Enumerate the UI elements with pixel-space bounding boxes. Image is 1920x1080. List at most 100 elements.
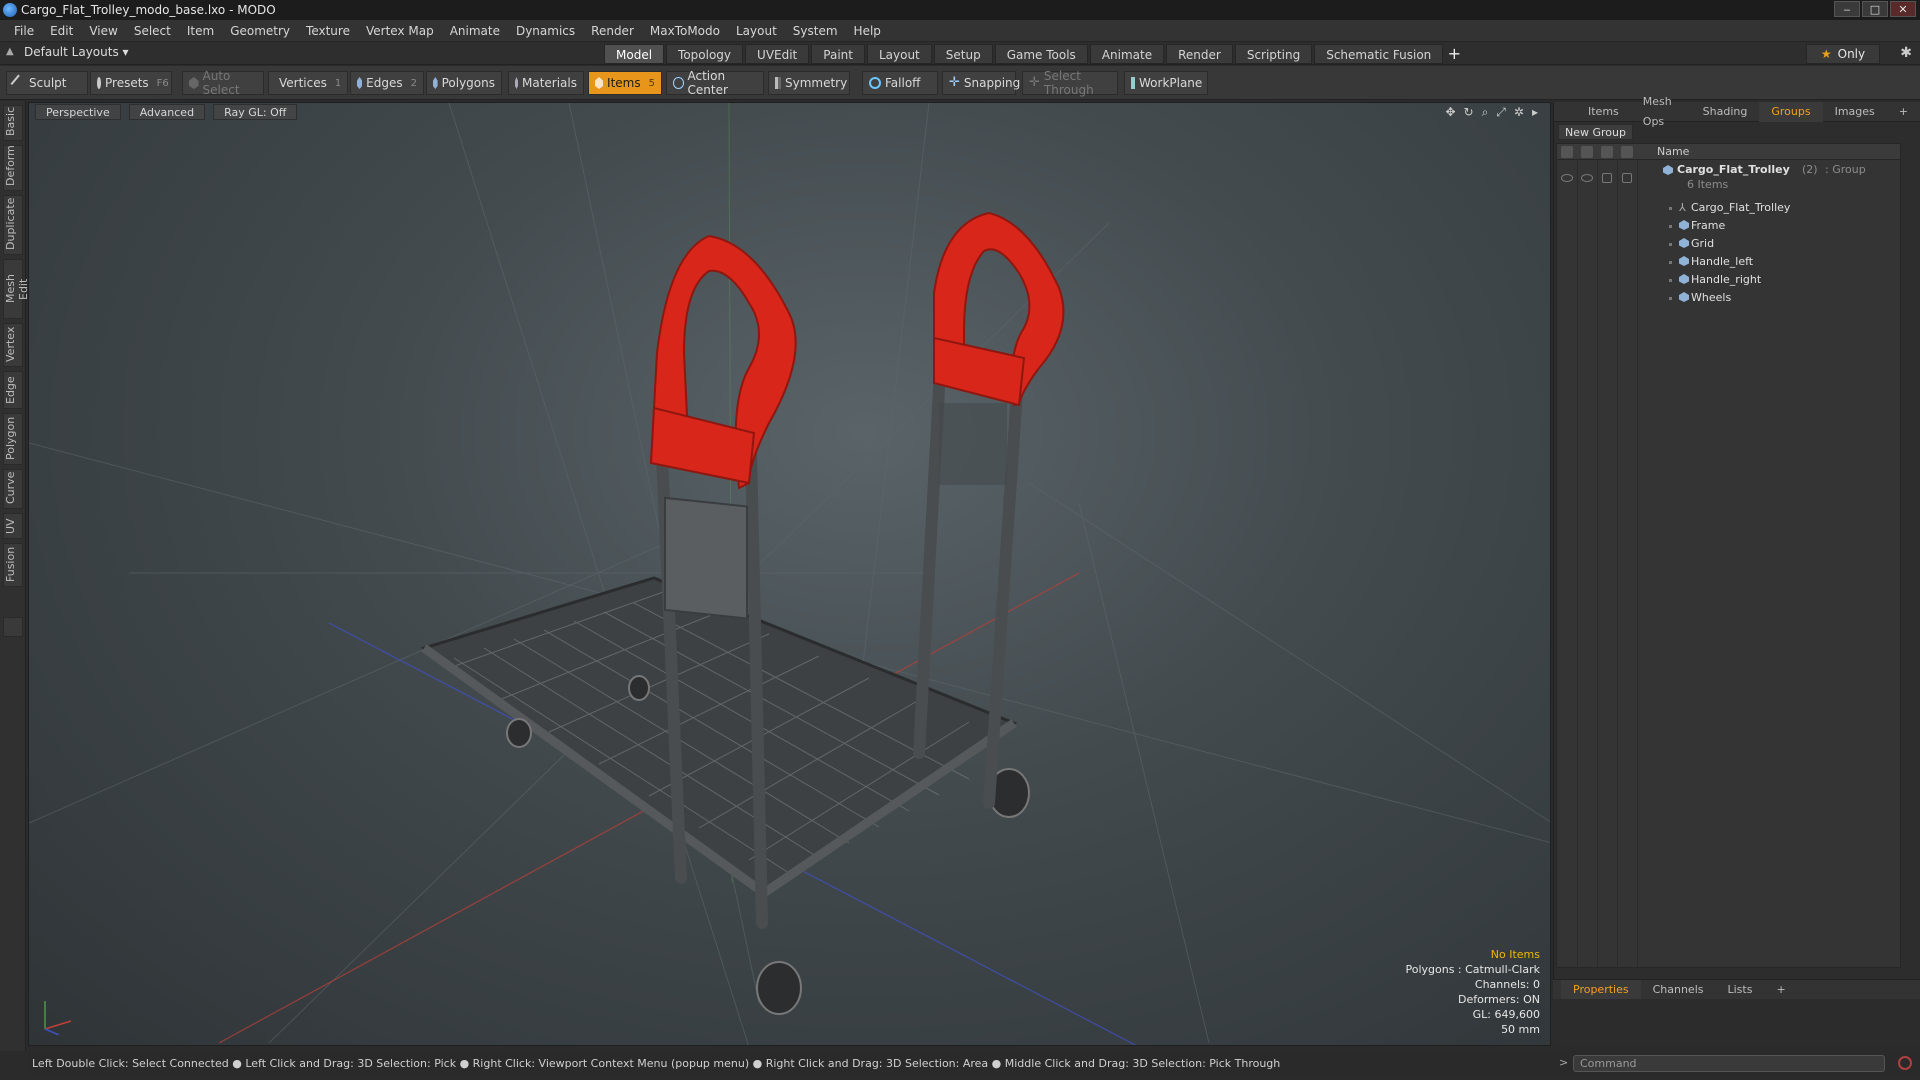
menu-layout[interactable]: Layout [728, 20, 785, 42]
view-perspective-button[interactable]: Perspective [35, 104, 121, 120]
menu-item[interactable]: Item [179, 20, 222, 42]
tab-scripting[interactable]: Scripting [1234, 44, 1313, 64]
tab-images[interactable]: Images [1823, 102, 1887, 122]
default-layouts-dropdown[interactable]: ▲ Default Layouts ▾ [6, 45, 129, 59]
menu-select[interactable]: Select [126, 20, 179, 42]
fit-icon[interactable]: ⤢ [1496, 105, 1506, 120]
tab-mesh-ops[interactable]: Mesh Ops [1631, 92, 1691, 132]
side-tab-deform[interactable]: Deform [3, 145, 23, 191]
sculpt-button[interactable]: Sculpt [6, 71, 88, 95]
falloff-button[interactable]: Falloff [862, 71, 938, 95]
menu-edit[interactable]: Edit [42, 20, 81, 42]
tab-lists[interactable]: Lists [1716, 980, 1765, 1000]
symmetry-button[interactable]: Symmetry [768, 71, 850, 95]
tab-channels[interactable]: Channels [1641, 980, 1716, 1000]
vertices-button[interactable]: Vertices 1 [268, 71, 348, 95]
side-tab-fusion[interactable]: Fusion [3, 543, 23, 587]
viewport-settings-icon[interactable]: ✲ [1514, 105, 1524, 120]
presets-button[interactable]: Presets F6 [90, 71, 172, 95]
menu-vertex-map[interactable]: Vertex Map [358, 20, 442, 42]
edges-button[interactable]: Edges 2 [350, 71, 424, 95]
side-tab-polygon[interactable]: Polygon [3, 413, 23, 465]
side-tab-duplicate[interactable]: Duplicate [3, 195, 23, 255]
list-item[interactable]: Frame [1557, 217, 1900, 235]
side-tab-curve[interactable]: Curve [3, 469, 23, 509]
tab-items[interactable]: Items [1576, 102, 1631, 122]
name-column-header[interactable]: Name [1657, 145, 1689, 158]
new-group-button[interactable]: New Group [1558, 124, 1633, 140]
menu-help[interactable]: Help [846, 20, 889, 42]
list-item[interactable]: Handle_left [1557, 253, 1900, 271]
menu-geometry[interactable]: Geometry [222, 20, 298, 42]
add-layout-tab-button[interactable]: + [1445, 44, 1463, 64]
tab-setup[interactable]: Setup [933, 44, 993, 64]
tab-render[interactable]: Render [1166, 44, 1233, 64]
tab-shading[interactable]: Shading [1691, 102, 1760, 122]
menu-render[interactable]: Render [583, 20, 642, 42]
eye-icon[interactable] [1561, 174, 1573, 182]
viewport-menu-arrow-icon[interactable]: ▸ [1532, 105, 1538, 120]
lock-column-icon[interactable] [1601, 146, 1613, 158]
menu-system[interactable]: System [785, 20, 846, 42]
list-item[interactable]: ⅄ Cargo_Flat_Trolley [1557, 199, 1900, 217]
tab-paint[interactable]: Paint [811, 44, 865, 64]
maximize-button[interactable]: □ [1862, 1, 1888, 17]
add-panel-tab-button[interactable]: + [1887, 102, 1920, 122]
side-tab-vertex[interactable]: Vertex [3, 323, 23, 367]
select-column-icon[interactable] [1621, 146, 1633, 158]
select-toggle[interactable] [1622, 173, 1632, 183]
command-history-arrow-icon[interactable]: > [1559, 1056, 1568, 1069]
tab-uvedit[interactable]: UVEdit [745, 44, 810, 64]
menu-view[interactable]: View [81, 20, 125, 42]
minimize-button[interactable]: ‒ [1834, 1, 1860, 17]
list-item[interactable]: Grid [1557, 235, 1900, 253]
shading-advanced-button[interactable]: Advanced [128, 104, 206, 120]
menu-maxtomodo[interactable]: MaxToModo [642, 20, 728, 42]
visibility-column-icon[interactable] [1561, 146, 1573, 158]
side-panel-toggle[interactable] [3, 617, 23, 637]
close-button[interactable]: ✕ [1890, 1, 1916, 17]
tab-model[interactable]: Model [604, 44, 665, 64]
tab-game-tools[interactable]: Game Tools [994, 44, 1088, 64]
tab-animate[interactable]: Animate [1089, 44, 1165, 64]
add-properties-tab-button[interactable]: + [1764, 980, 1797, 1000]
tab-groups[interactable]: Groups [1759, 101, 1823, 122]
side-tab-basic[interactable]: Basic [3, 105, 23, 141]
command-stop-icon[interactable] [1898, 1056, 1912, 1070]
pan-icon[interactable]: ✥ [1445, 105, 1455, 120]
list-item[interactable]: Wheels [1557, 289, 1900, 307]
3d-viewport[interactable]: Perspective Advanced Ray GL: Off ✥ ↻ ⌕ ⤢… [28, 102, 1551, 1046]
snapping-button[interactable]: ✛ Snapping [942, 71, 1020, 95]
rotate-icon[interactable]: ↻ [1464, 105, 1474, 120]
materials-button[interactable]: Materials [508, 71, 584, 95]
menu-animate[interactable]: Animate [442, 20, 508, 42]
tab-topology[interactable]: Topology [666, 44, 744, 64]
tab-layout[interactable]: Layout [866, 44, 932, 64]
list-item[interactable]: Handle_right [1557, 271, 1900, 289]
menu-dynamics[interactable]: Dynamics [508, 20, 583, 42]
side-tab-uv[interactable]: UV [3, 513, 23, 539]
command-input[interactable]: Command [1573, 1055, 1885, 1072]
render-column-icon[interactable] [1581, 146, 1593, 158]
polygons-button[interactable]: Polygons [426, 71, 502, 95]
action-center-button[interactable]: Action Center [666, 69, 764, 97]
gear-icon[interactable]: ✱ [1900, 45, 1912, 61]
items-button[interactable]: Items 5 [588, 71, 662, 95]
group-item-count: 6 Items [1687, 178, 1729, 191]
raygl-toggle[interactable]: Ray GL: Off [213, 104, 298, 120]
render-toggle-icon[interactable] [1581, 174, 1593, 182]
tab-schematic-fusion[interactable]: Schematic Fusion [1314, 44, 1444, 64]
group-row[interactable]: Cargo_Flat_Trolley (2) : Group 6 Items [1557, 162, 1900, 194]
select-through-button[interactable]: ✛ Select Through [1022, 69, 1118, 97]
menu-file[interactable]: File [6, 20, 42, 42]
only-toggle-button[interactable]: ★ Only [1806, 44, 1880, 64]
pin-icon[interactable]: ▲ [6, 46, 18, 58]
menu-texture[interactable]: Texture [298, 20, 358, 42]
auto-select-button[interactable]: Auto Select [182, 69, 264, 97]
lock-toggle[interactable] [1602, 173, 1612, 183]
workplane-button[interactable]: WorkPlane [1124, 71, 1208, 95]
zoom-icon[interactable]: ⌕ [1482, 105, 1489, 120]
tab-properties[interactable]: Properties [1561, 979, 1641, 1000]
side-tab-edge[interactable]: Edge [3, 371, 23, 409]
side-tab-mesh-edit[interactable]: Mesh Edit [3, 259, 30, 319]
